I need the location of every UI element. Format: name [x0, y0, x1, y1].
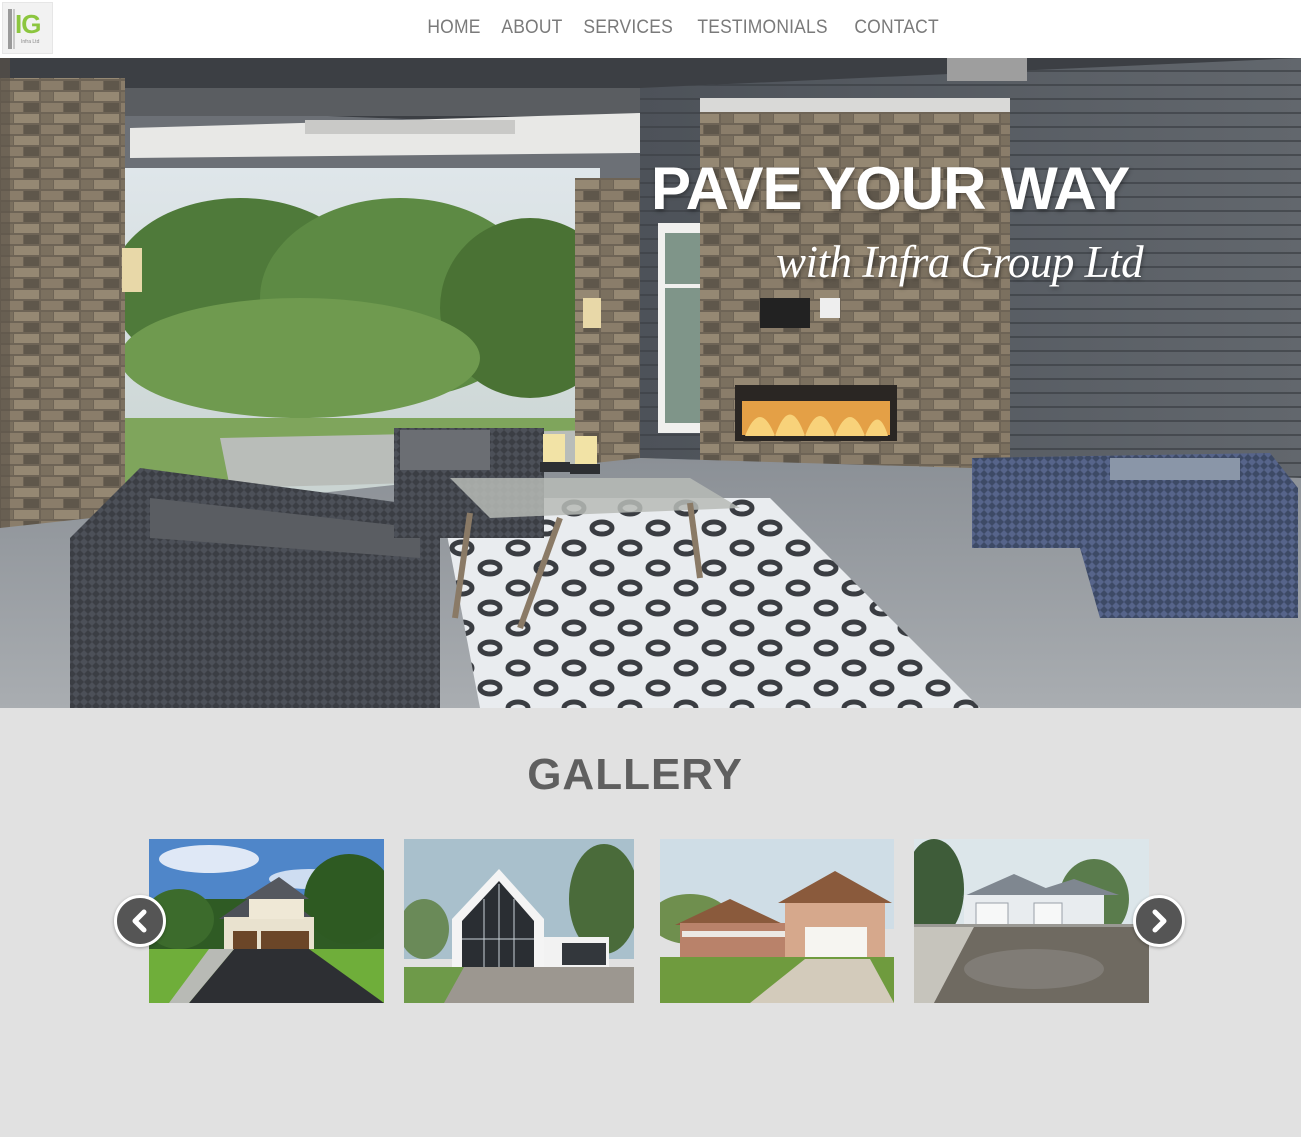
chevron-left-icon: [132, 909, 147, 933]
nav-contact[interactable]: CONTACT: [847, 14, 946, 42]
hero-banner: PAVE YOUR WAY with Infra Group Ltd: [0, 58, 1301, 708]
gallery-thumb-3[interactable]: [660, 839, 894, 1003]
gallery-image-4: [914, 839, 1149, 1003]
gallery-image-2: [404, 839, 634, 1003]
main-nav: HOME ABOUT SERVICES TESTIMONIALS CONTACT: [420, 14, 955, 42]
nav-services[interactable]: SERVICES: [576, 14, 680, 42]
gallery-image-1: [149, 839, 384, 1003]
nav-active-indicator: [947, 58, 1027, 81]
gallery-thumb-2[interactable]: [404, 839, 634, 1003]
gallery-next-button[interactable]: [1133, 895, 1185, 947]
nav-testimonials[interactable]: TESTIMONIALS: [690, 14, 835, 42]
chevron-right-icon: [1152, 909, 1167, 933]
nav-about[interactable]: ABOUT: [494, 14, 570, 42]
gallery-thumb-4[interactable]: [914, 839, 1149, 1003]
logo-bar: [8, 9, 12, 49]
logo-subtext: Infra Ltd: [21, 39, 40, 45]
site-header: IG Infra Ltd HOME ABOUT SERVICES TESTIMO…: [0, 0, 1301, 58]
gallery-title: GALLERY: [527, 750, 743, 799]
gallery-thumb-1[interactable]: [149, 839, 384, 1003]
gallery-image-3: [660, 839, 894, 1003]
gallery-prev-button[interactable]: [114, 895, 166, 947]
nav-home[interactable]: HOME: [420, 14, 488, 42]
site-logo[interactable]: IG Infra Ltd: [2, 2, 53, 54]
hero-subtitle: with Infra Group Ltd: [776, 237, 1144, 287]
hero-title: PAVE YOUR WAY: [651, 155, 1130, 222]
logo-letters: IG: [15, 9, 41, 39]
